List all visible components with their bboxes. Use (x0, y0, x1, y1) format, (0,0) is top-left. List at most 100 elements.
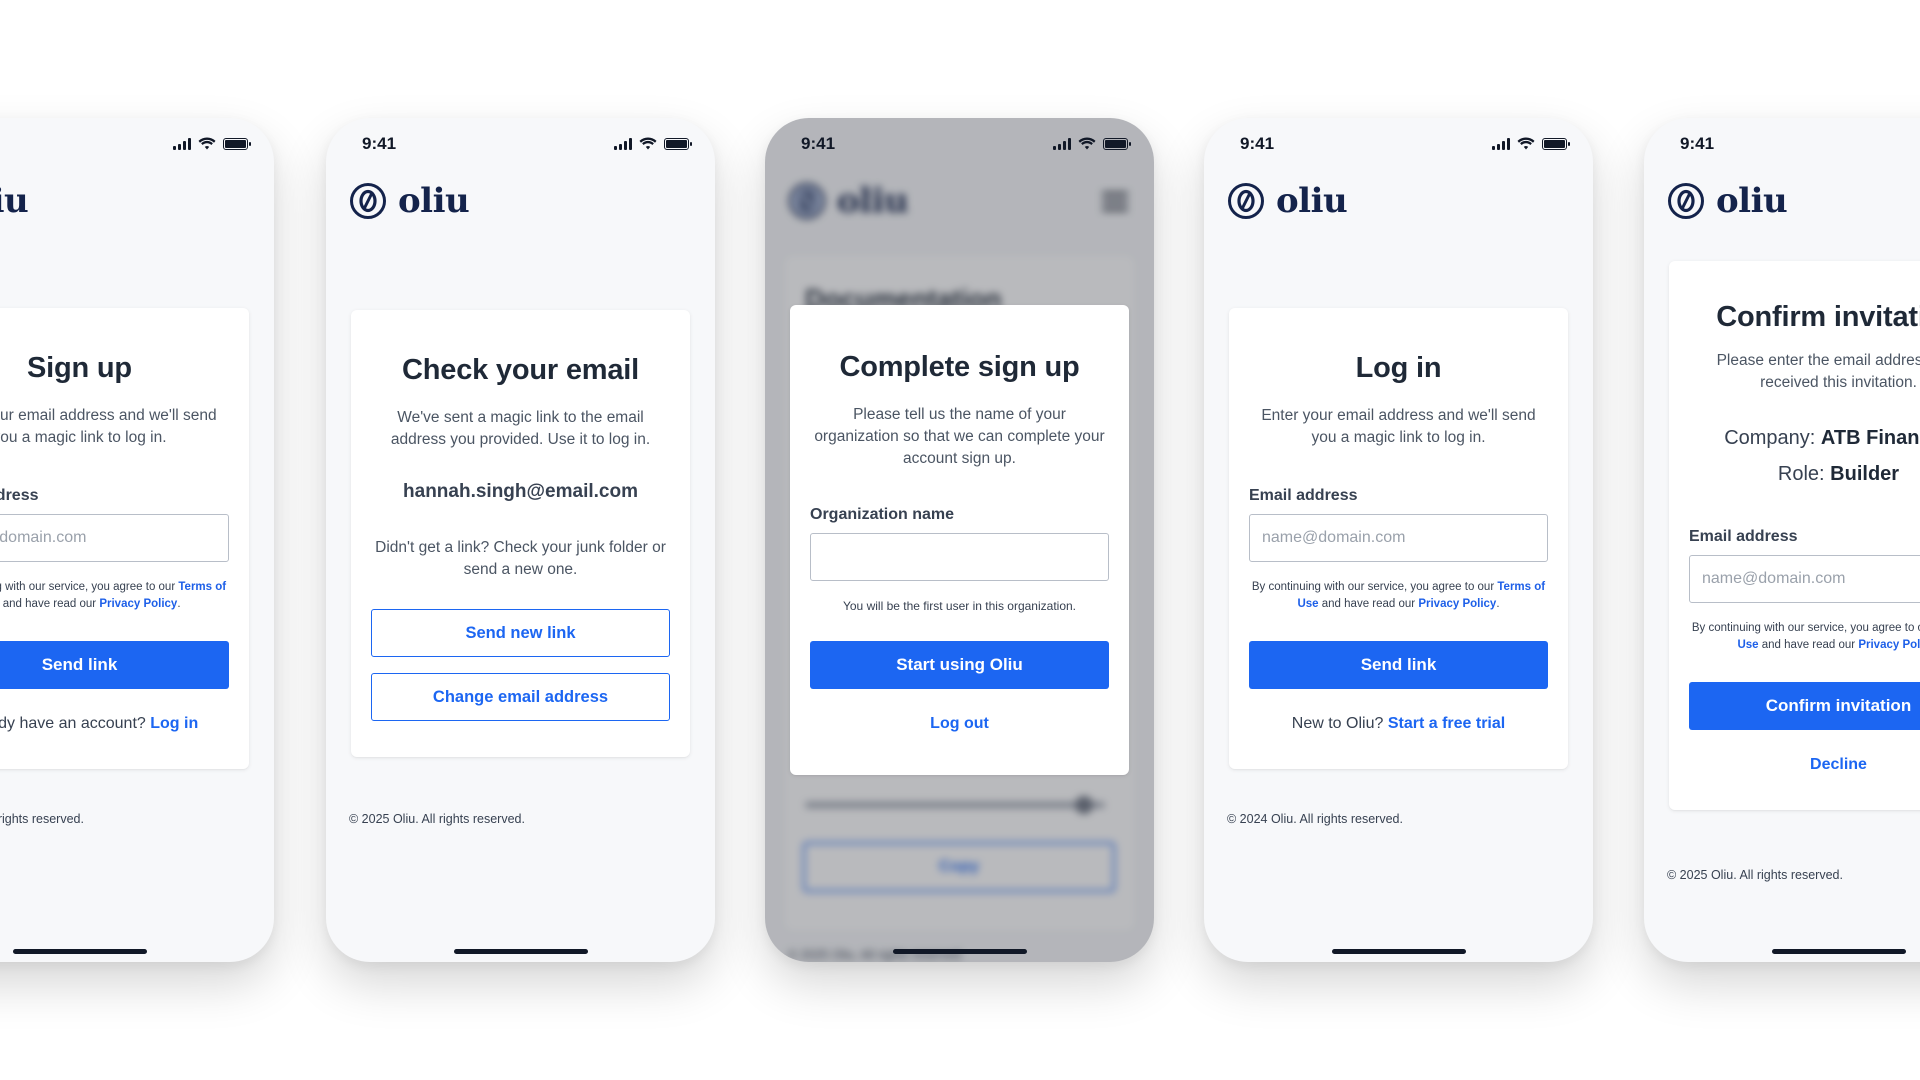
email-input[interactable]: name@domain.com (1689, 555, 1920, 603)
trial-prompt: New to Oliu? Start a free trial (1249, 715, 1548, 733)
phone-complete-sign-up: oliu Documentation Copy © 2025 Oliu. All… (765, 118, 1154, 962)
legal-mid: and have read our (1321, 598, 1416, 610)
legal-text: By continuing with our service, you agre… (1249, 579, 1548, 613)
privacy-link[interactable]: Privacy Policy (1418, 598, 1496, 610)
privacy-link[interactable]: Privacy Policy (99, 598, 177, 610)
role-label: Role: (1777, 463, 1825, 485)
privacy-link[interactable]: Privacy Policy (1858, 639, 1920, 651)
invitation-details: Company: ATB Financial Role: Builder (1689, 420, 1920, 492)
email-field-group: Email address name@domain.com (1249, 487, 1548, 562)
role-value: Builder (1830, 463, 1900, 485)
account-prompt-text: Already have an account? (0, 715, 146, 732)
confirm-invitation-button[interactable]: Confirm invitation (1689, 682, 1920, 730)
organization-label: Organization name (810, 506, 955, 523)
log-in-card: Log in Enter your email address and we'l… (1229, 308, 1568, 769)
wifi-icon (1078, 137, 1096, 150)
wifi-icon (198, 137, 216, 150)
log-in-link[interactable]: Log in (150, 715, 198, 732)
status-icons (614, 137, 692, 150)
brand-logo: oliu (1667, 181, 1788, 221)
battery-icon (223, 137, 251, 150)
organization-field-group: Organization name (810, 506, 1109, 581)
footer-copyright: © 2025 Oliu. All rights reserved. (1667, 868, 1843, 882)
status-icons (1492, 137, 1570, 150)
legal-text: By continuing with our service, you agre… (0, 579, 229, 613)
brand-logo: oliu (349, 181, 470, 221)
card-title: Log in (1355, 352, 1442, 384)
junk-hint: Didn't get a link? Check your junk folde… (375, 539, 666, 578)
footer-copyright: © 2025 Oliu. All rights reserved. (349, 812, 525, 826)
legal-prefix: By continuing with our service, you agre… (1251, 581, 1495, 593)
decline-link[interactable]: Decline (1689, 756, 1920, 774)
battery-icon (1103, 137, 1131, 150)
role-line: Role: Builder (1689, 456, 1920, 492)
status-time: 9:41 (801, 134, 836, 153)
brand-name: oliu (1716, 181, 1788, 221)
sign-up-card: Sign up Enter your email address and we'… (0, 308, 249, 769)
complete-sign-up-modal: Complete sign up Please tell us the name… (790, 305, 1129, 775)
screens-canvas: 9:41 oliu Sign up Enter your email addre… (0, 0, 1920, 1080)
email-input[interactable]: name@domain.com (1249, 514, 1548, 562)
brand-logo: oliu (1227, 181, 1348, 221)
signal-icon (1492, 137, 1510, 150)
email-input[interactable]: name@domain.com (0, 514, 229, 562)
home-indicator[interactable] (453, 949, 588, 954)
home-indicator[interactable] (1771, 949, 1906, 954)
card-description: Enter your email address and we'll send … (1261, 407, 1536, 446)
change-email-button[interactable]: Change email address (371, 673, 670, 721)
legal-end: . (1496, 598, 1500, 610)
check-email-card: Check your email We've sent a magic link… (351, 310, 690, 757)
start-free-trial-link[interactable]: Start a free trial (1388, 715, 1505, 732)
log-out-link[interactable]: Log out (810, 715, 1109, 733)
status-icons (1053, 137, 1131, 150)
email-label: Email address (1249, 487, 1358, 504)
card-description: We've sent a magic link to the email add… (390, 409, 651, 448)
start-using-oliu-button[interactable]: Start using Oliu (810, 641, 1109, 689)
send-new-link-button[interactable]: Send new link (371, 609, 670, 657)
status-time: 9:41 (1680, 134, 1715, 153)
footer-copyright: © 2024 Oliu. All rights reserved. (1227, 812, 1403, 826)
wifi-icon (1517, 137, 1535, 150)
home-indicator[interactable] (12, 949, 147, 954)
organization-input[interactable] (810, 533, 1109, 581)
signal-icon (614, 137, 632, 150)
wifi-icon (639, 137, 657, 150)
brand-name: oliu (1276, 181, 1348, 221)
send-link-button[interactable]: Send link (1249, 641, 1548, 689)
status-icons (173, 137, 251, 150)
brand-name: oliu (398, 181, 470, 221)
email-label: Email address (1689, 528, 1798, 545)
email-field-group: Email address name@domain.com (0, 487, 229, 562)
brand-logo: oliu (0, 181, 29, 221)
first-user-note: You will be the first user in this organ… (842, 599, 1076, 613)
card-title: Check your email (402, 354, 639, 386)
card-description: Please enter the email address that rece… (1716, 352, 1920, 391)
brand-name: oliu (0, 181, 29, 221)
home-indicator[interactable] (892, 949, 1027, 954)
signal-icon (1053, 137, 1071, 150)
company-label: Company: (1724, 427, 1816, 449)
legal-mid: and have read our (1761, 639, 1856, 651)
company-value: ATB Financial (1820, 427, 1920, 449)
modal-title: Complete sign up (839, 351, 1080, 383)
account-prompt: Already have an account? Log in (0, 715, 229, 733)
battery-icon (664, 137, 692, 150)
card-title: Confirm invitation (1716, 301, 1920, 333)
oliu-logo-icon (350, 183, 386, 219)
home-indicator[interactable] (1331, 949, 1466, 954)
battery-icon (1542, 137, 1570, 150)
status-time: 9:41 (1240, 134, 1275, 153)
status-time: 9:41 (362, 134, 397, 153)
oliu-logo-icon (1228, 183, 1264, 219)
card-title: Sign up (27, 352, 132, 384)
phone-check-email: 9:41 oliu Check your email We've sent a … (326, 118, 715, 962)
card-description: Enter your email address and we'll send … (0, 407, 217, 446)
send-link-button[interactable]: Send link (0, 641, 229, 689)
trial-prompt-text: New to Oliu? (1291, 715, 1384, 732)
phone-sign-up: 9:41 oliu Sign up Enter your email addre… (0, 118, 274, 962)
sent-email-address: hannah.singh@email.com (403, 481, 638, 502)
modal-description: Please tell us the name of your organiza… (814, 406, 1105, 467)
footer-copyright: © 2025 Oliu. All rights reserved. (0, 812, 84, 826)
confirm-invitation-card: Confirm invitation Please enter the emai… (1669, 261, 1920, 810)
phone-confirm-invitation: 9:41 oliu Confirm invitation Please ente… (1644, 118, 1920, 962)
